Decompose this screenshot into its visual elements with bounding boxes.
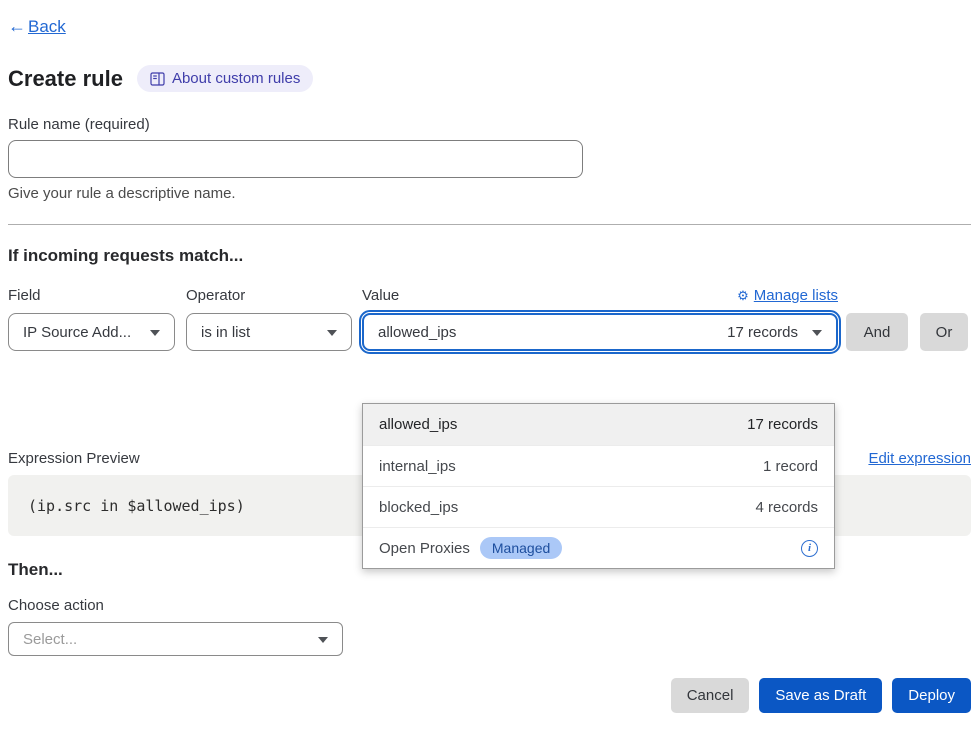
cancel-button[interactable]: Cancel — [671, 678, 750, 713]
chevron-down-icon — [150, 330, 160, 336]
section-divider — [8, 224, 971, 225]
list-record-count: 4 records — [755, 499, 818, 516]
about-custom-rules-link[interactable]: About custom rules — [137, 65, 313, 92]
value-select-record-count: 17 records — [727, 324, 798, 341]
back-link[interactable]: ←Back — [8, 16, 66, 37]
chevron-down-icon — [318, 637, 328, 643]
list-record-count: 17 records — [747, 416, 818, 433]
list-item-blocked-ips[interactable]: blocked_ips 4 records — [363, 486, 834, 527]
action-select[interactable]: Select... — [8, 622, 343, 656]
value-select-value: allowed_ips — [378, 324, 456, 341]
list-name: blocked_ips — [379, 499, 458, 516]
managed-badge: Managed — [480, 537, 562, 559]
deploy-button[interactable]: Deploy — [892, 678, 971, 713]
chevron-down-icon — [327, 330, 337, 336]
manage-lists-link[interactable]: ⚙ Manage lists — [737, 287, 838, 304]
page-header: Create rule About custom rules — [8, 65, 971, 92]
save-as-draft-button[interactable]: Save as Draft — [759, 678, 882, 713]
back-link-label: Back — [28, 17, 66, 37]
field-label: Field — [8, 287, 175, 304]
operator-label: Operator — [186, 287, 352, 304]
about-custom-rules-label: About custom rules — [172, 70, 300, 87]
page-title: Create rule — [8, 66, 123, 92]
list-name: allowed_ips — [379, 416, 457, 433]
list-name: internal_ips — [379, 458, 456, 475]
book-icon — [150, 72, 165, 86]
operator-select[interactable]: is in list — [186, 313, 352, 351]
back-arrow-icon: ← — [8, 16, 26, 37]
action-select-placeholder: Select... — [23, 631, 77, 648]
or-button[interactable]: Or — [920, 313, 968, 351]
and-button[interactable]: And — [846, 313, 908, 351]
field-select-value: IP Source Add... — [23, 324, 131, 341]
match-section-heading: If incoming requests match... — [8, 246, 971, 266]
value-select[interactable]: allowed_ips 17 records — [362, 313, 838, 351]
gear-icon: ⚙ — [737, 288, 749, 304]
choose-action-label: Choose action — [8, 597, 971, 614]
condition-builder: Field Operator Value ⚙ Manage lists IP S… — [8, 287, 971, 351]
list-item-allowed-ips[interactable]: allowed_ips 17 records — [363, 404, 834, 445]
list-record-count: 1 record — [763, 458, 818, 475]
create-rule-page: ←Back Create rule About custom rules Rul… — [0, 0, 979, 739]
footer-actions: Cancel Save as Draft Deploy — [8, 678, 971, 713]
manage-lists-label: Manage lists — [754, 287, 838, 304]
rule-name-input[interactable] — [8, 140, 583, 178]
chevron-down-icon — [812, 330, 822, 336]
edit-expression-link[interactable]: Edit expression — [868, 450, 971, 467]
operator-select-value: is in list — [201, 324, 250, 341]
expression-code: (ip.src in $allowed_ips) — [28, 497, 245, 515]
list-item-open-proxies[interactable]: Open Proxies Managed i — [363, 527, 834, 568]
list-name: Open Proxies — [379, 540, 470, 557]
info-icon[interactable]: i — [801, 540, 818, 557]
field-select[interactable]: IP Source Add... — [8, 313, 175, 351]
expression-preview-label: Expression Preview — [8, 450, 140, 467]
value-label: Value — [362, 287, 399, 304]
list-item-internal-ips[interactable]: internal_ips 1 record — [363, 445, 834, 486]
value-dropdown-panel: allowed_ips 17 records internal_ips 1 re… — [362, 403, 835, 569]
rule-name-helper: Give your rule a descriptive name. — [8, 185, 971, 202]
rule-name-label: Rule name (required) — [8, 116, 971, 133]
